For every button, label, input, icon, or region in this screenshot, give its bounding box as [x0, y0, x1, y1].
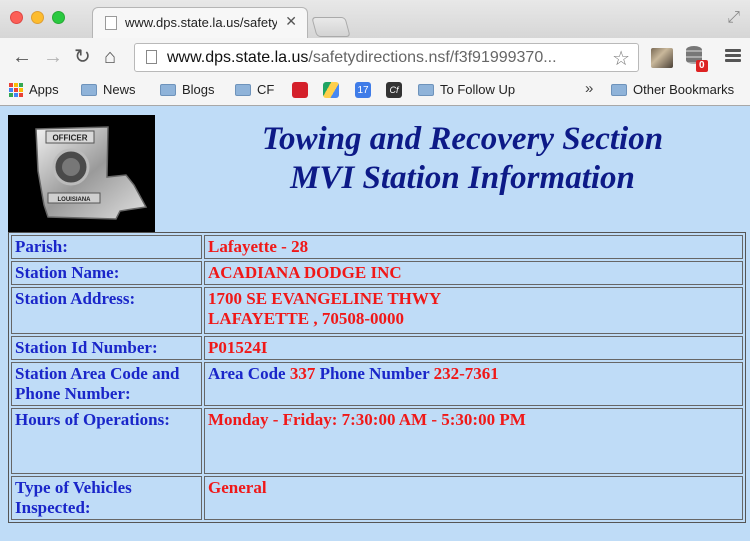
url-text[interactable]: www.dps.state.la.us/safetydirections.nsf… [167, 49, 603, 67]
area-code-value: 337 [289, 364, 316, 383]
bookmark-cf[interactable]: CF [235, 82, 274, 97]
reload-icon[interactable]: ↻ [74, 46, 91, 68]
phone-number-value: 232-7361 [433, 364, 499, 383]
tab-title: www.dps.state.la.us/safety [125, 15, 277, 30]
bookmark-blogs-label: Blogs [182, 82, 215, 97]
folder-icon [235, 83, 251, 96]
vehicles-value: General [204, 476, 743, 520]
calendar-icon: 17 [355, 82, 371, 98]
address-line-1: 1700 SE EVANGELINE THWY [208, 289, 442, 308]
heading-line-2: MVI Station Information [290, 160, 635, 196]
menu-hamburger-icon[interactable] [725, 49, 741, 63]
bookmark-drive[interactable] [323, 82, 339, 98]
bookmark-apps-label: Apps [29, 82, 59, 97]
maximize-window-button[interactable] [52, 11, 65, 24]
url-path: /safetydirections.nsf/f3f91999370... [308, 49, 557, 66]
title-bar: www.dps.state.la.us/safety ✕ ⤢ [0, 0, 750, 38]
browser-tab[interactable]: www.dps.state.la.us/safety ✕ [92, 7, 308, 38]
page-heading: Towing and Recovery Section MVI Station … [175, 120, 750, 198]
address-line-2: LAFAYETTE , 70508-0000 [208, 309, 404, 328]
bookmark-blogs[interactable]: Blogs [160, 82, 215, 97]
table-row: Station Id Number: P01524I [11, 336, 743, 360]
station-address-value: 1700 SE EVANGELINE THWY LAFAYETTE , 7050… [204, 287, 743, 334]
bookmark-star-icon[interactable]: ☆ [612, 46, 630, 71]
folder-icon [418, 83, 434, 96]
more-bookmarks-chevron-icon[interactable]: » [585, 80, 593, 97]
page-icon [146, 50, 157, 64]
bookmark-other[interactable]: Other Bookmarks [611, 82, 734, 97]
new-tab-button[interactable] [311, 17, 351, 37]
station-name-label: Station Name: [11, 261, 202, 285]
bookmark-cf-label: CF [257, 82, 275, 97]
area-code-prefix: Area Code [208, 364, 286, 383]
hours-label: Hours of Operations: [11, 408, 202, 474]
bookmark-calendar[interactable]: 17 [355, 82, 371, 98]
page-content: OFFICER LOUISIANA Towing and Recovery Se… [0, 106, 750, 541]
bookmark-news[interactable]: News [81, 82, 136, 97]
minimize-window-button[interactable] [31, 11, 44, 24]
folder-icon [81, 83, 97, 96]
station-address-label: Station Address: [11, 287, 202, 334]
apps-grid-icon [9, 82, 23, 97]
extension-database-icon[interactable]: 0 [686, 46, 708, 72]
page-favicon-icon [105, 16, 117, 30]
bookmark-to-follow-up[interactable]: To Follow Up [418, 82, 515, 97]
back-arrow-icon[interactable]: ← [12, 46, 32, 68]
extension-badge: 0 [696, 60, 708, 72]
phone-label: Station Area Code and Phone Number: [11, 362, 202, 406]
heading-line-1: Towing and Recovery Section [261, 121, 664, 157]
table-row: Station Address: 1700 SE EVANGELINE THWY… [11, 287, 743, 334]
bookmark-adobe[interactable] [292, 82, 308, 98]
folder-icon [611, 83, 627, 96]
adobe-icon [292, 82, 308, 98]
close-window-button[interactable] [10, 11, 23, 24]
bookmark-other-label: Other Bookmarks [633, 82, 735, 97]
table-row: Type of Vehicles Inspected: General [11, 476, 743, 520]
officer-badge-image: OFFICER LOUISIANA [8, 115, 155, 232]
phone-value: Area Code 337 Phone Number 232-7361 [204, 362, 743, 406]
station-id-label: Station Id Number: [11, 336, 202, 360]
fullscreen-icon[interactable]: ⤢ [727, 9, 740, 27]
bookmark-apps[interactable]: Apps [9, 82, 59, 97]
navigation-toolbar: ← → ↻ ⌂ www.dps.state.la.us/safetydirect… [0, 38, 750, 78]
parish-label: Parish: [11, 235, 202, 259]
url-host: www.dps.state.la.us [167, 49, 309, 66]
hours-value: Monday - Friday: 7:30:00 AM - 5:30:00 PM [204, 408, 743, 474]
extension-photo-icon[interactable] [651, 48, 673, 68]
badge-state-text: LOUISIANA [58, 197, 92, 203]
table-row: Hours of Operations: Monday - Friday: 7:… [11, 408, 743, 474]
badge-officer-text: OFFICER [52, 134, 87, 143]
cf-icon: Cf [386, 82, 402, 98]
parish-value: Lafayette - 28 [204, 235, 743, 259]
phone-number-prefix: Phone Number [319, 364, 430, 383]
bookmark-cf-favicon[interactable]: Cf [386, 82, 402, 98]
vehicles-label: Type of Vehicles Inspected: [11, 476, 202, 520]
home-icon[interactable]: ⌂ [104, 46, 116, 68]
folder-icon [160, 83, 176, 96]
address-bar[interactable]: www.dps.state.la.us/safetydirections.nsf… [134, 43, 639, 72]
bookmark-to-follow-up-label: To Follow Up [440, 82, 516, 97]
forward-arrow-icon[interactable]: → [43, 46, 63, 68]
bookmark-news-label: News [103, 82, 136, 97]
tab-close-icon[interactable]: ✕ [285, 13, 297, 30]
station-info-table: Parish: Lafayette - 28 Station Name: ACA… [8, 232, 746, 523]
drive-icon [323, 82, 339, 98]
table-row: Station Name: ACADIANA DODGE INC [11, 261, 743, 285]
browser-chrome: www.dps.state.la.us/safety ✕ ⤢ ← → ↻ ⌂ w… [0, 0, 750, 106]
table-row: Parish: Lafayette - 28 [11, 235, 743, 259]
station-id-value: P01524I [204, 336, 743, 360]
station-name-value: ACADIANA DODGE INC [204, 261, 743, 285]
table-row: Station Area Code and Phone Number: Area… [11, 362, 743, 406]
bookmarks-bar: Apps News Blogs CF 17 Cf To Follow Up » … [0, 78, 750, 105]
